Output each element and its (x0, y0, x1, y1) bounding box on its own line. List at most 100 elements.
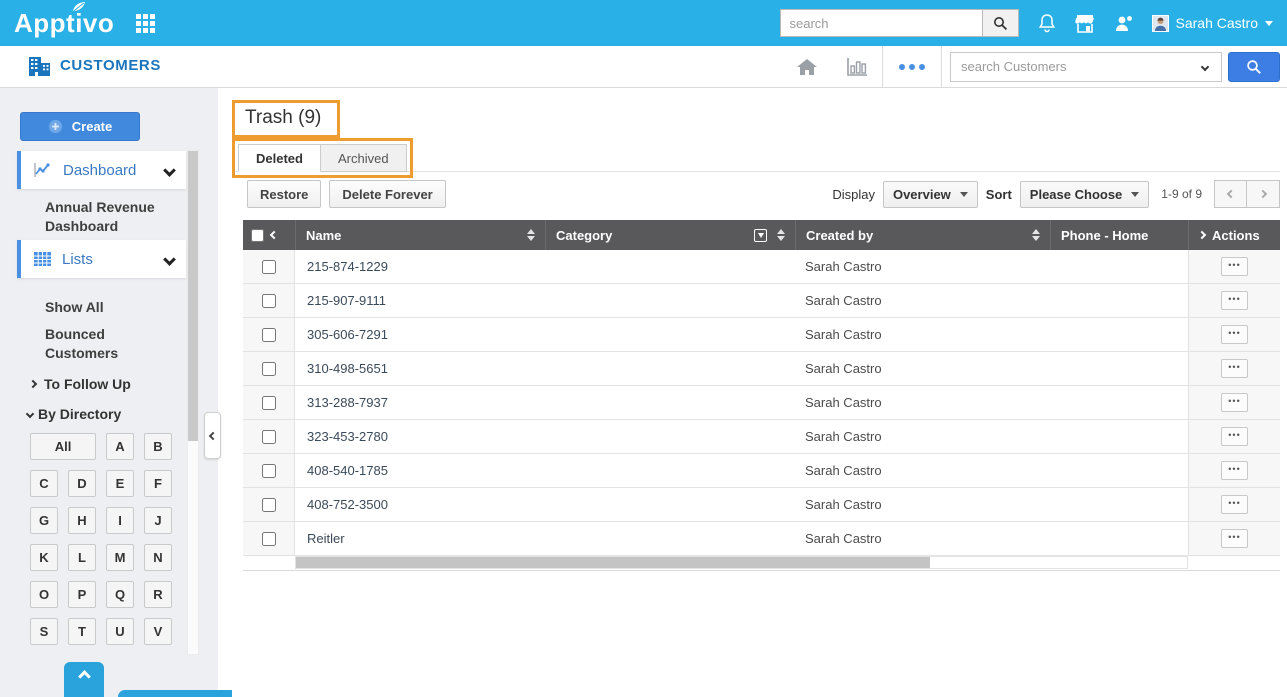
header-category[interactable]: Category (545, 220, 795, 250)
sidebar-item-show-all[interactable]: Show All (45, 298, 177, 317)
letter-filter[interactable]: P (68, 581, 96, 608)
chevron-right-icon (28, 379, 38, 389)
apps-grid-icon[interactable] (136, 13, 156, 33)
header-created-by[interactable]: Created by (795, 220, 1050, 250)
filter-icon[interactable] (754, 228, 767, 242)
letter-filter[interactable]: D (68, 470, 96, 497)
apptivo-logo[interactable]: Apptivo (14, 1, 114, 39)
sidebar-item-lists[interactable]: Lists (17, 240, 186, 278)
app-search-button[interactable] (1228, 51, 1280, 82)
row-actions-button[interactable]: ••• (1221, 495, 1248, 514)
create-button[interactable]: Create (20, 112, 140, 141)
display-dropdown[interactable]: Overview (882, 180, 978, 208)
row-actions-button[interactable]: ••• (1221, 461, 1248, 480)
scrollbar-thumb[interactable] (296, 557, 930, 568)
sidebar-collapse-handle[interactable] (204, 412, 221, 459)
row-checkbox[interactable] (261, 259, 276, 274)
sidebar: Create Dashboard Annual Revenue Dashboar… (0, 88, 331, 697)
letter-filter[interactable]: N (144, 544, 172, 571)
row-actions-button[interactable]: ••• (1221, 359, 1248, 378)
bottom-panel-expand-tab[interactable] (64, 662, 104, 697)
row-checkbox[interactable] (261, 531, 276, 546)
sidebar-item-annual-revenue-dashboard[interactable]: Annual Revenue Dashboard (45, 198, 177, 236)
letter-filter[interactable]: I (106, 507, 134, 534)
letter-filter[interactable]: S (30, 618, 58, 645)
sort-icon[interactable] (1032, 229, 1040, 241)
row-actions-button[interactable]: ••• (1221, 257, 1248, 276)
header-actions[interactable]: Actions (1188, 220, 1280, 250)
sort-icon[interactable] (527, 229, 535, 241)
global-search-input[interactable] (779, 9, 982, 37)
cell-name[interactable]: Reitler (295, 522, 545, 555)
sidebar-item-dashboard[interactable]: Dashboard (17, 151, 186, 189)
letter-filter[interactable]: T (68, 618, 96, 645)
cell-name[interactable]: 310-498-5651 (295, 352, 545, 385)
cell-name[interactable]: 408-540-1785 (295, 454, 545, 487)
sidebar-item-to-follow-up[interactable]: To Follow Up (28, 376, 131, 392)
letter-filter[interactable]: U (106, 618, 134, 645)
user-menu[interactable]: Sarah Castro (1151, 14, 1273, 32)
restore-button[interactable]: Restore (247, 180, 322, 208)
row-checkbox[interactable] (261, 463, 276, 478)
sort-icon[interactable] (777, 229, 785, 241)
row-actions-button[interactable]: ••• (1221, 427, 1248, 446)
select-all-checkbox[interactable] (251, 228, 264, 242)
app-search-select[interactable]: search Customers (950, 51, 1222, 82)
sidebar-scrollbar-thumb[interactable] (188, 151, 198, 441)
row-checkbox[interactable] (261, 361, 276, 376)
row-checkbox[interactable] (261, 327, 276, 342)
letter-filter[interactable]: H (68, 507, 96, 534)
cell-name[interactable]: 313-288-7937 (295, 386, 545, 419)
header-name[interactable]: Name (295, 220, 545, 250)
row-checkbox[interactable] (261, 395, 276, 410)
more-options-icon[interactable] (883, 63, 941, 70)
row-actions-button[interactable]: ••• (1221, 325, 1248, 344)
sidebar-scrollbar[interactable] (187, 150, 199, 655)
tab-archived[interactable]: Archived (320, 144, 407, 172)
tab-deleted[interactable]: Deleted (238, 144, 321, 172)
letter-filter[interactable]: O (30, 581, 58, 608)
row-checkbox[interactable] (261, 429, 276, 444)
header-phone-home[interactable]: Phone - Home (1050, 220, 1188, 250)
cell-name[interactable]: 215-874-1229 (295, 250, 545, 283)
referral-icon[interactable] (1114, 14, 1133, 33)
sidebar-item-bounced-customers[interactable]: Bounced Customers (45, 325, 177, 363)
row-actions-button[interactable]: ••• (1221, 529, 1248, 548)
letter-filter[interactable]: J (144, 507, 172, 534)
letter-filter[interactable]: E (106, 470, 134, 497)
row-actions-button[interactable]: ••• (1221, 291, 1248, 310)
chevron-left-icon[interactable] (269, 230, 279, 240)
letter-filter[interactable]: B (144, 433, 172, 460)
letter-filter[interactable]: V (144, 618, 172, 645)
delete-forever-button[interactable]: Delete Forever (329, 180, 446, 208)
letter-filter-all[interactable]: All (30, 433, 96, 460)
row-actions-button[interactable]: ••• (1221, 393, 1248, 412)
cell-name[interactable]: 408-752-3500 (295, 488, 545, 521)
row-checkbox[interactable] (261, 497, 276, 512)
cell-category (545, 352, 795, 385)
letter-filter[interactable]: Q (106, 581, 134, 608)
home-button[interactable] (782, 57, 832, 77)
letter-filter[interactable]: G (30, 507, 58, 534)
letter-filter[interactable]: M (106, 544, 134, 571)
notifications-bell-icon[interactable] (1038, 13, 1056, 33)
sidebar-item-label: Lists (62, 250, 93, 268)
next-page-button[interactable] (1247, 180, 1280, 208)
letter-filter[interactable]: A (106, 433, 134, 460)
store-icon[interactable] (1074, 14, 1095, 33)
global-search-button[interactable] (981, 9, 1019, 37)
cell-name[interactable]: 305-606-7291 (295, 318, 545, 351)
row-checkbox[interactable] (261, 293, 276, 308)
letter-filter[interactable]: F (144, 470, 172, 497)
letter-filter[interactable]: K (30, 544, 58, 571)
cell-name[interactable]: 215-907-9111 (295, 284, 545, 317)
appbar-right: search Customers (782, 46, 1280, 87)
letter-filter[interactable]: L (68, 544, 96, 571)
cell-name[interactable]: 323-453-2780 (295, 420, 545, 453)
letter-filter[interactable]: C (30, 470, 58, 497)
prev-page-button[interactable] (1214, 180, 1247, 208)
letter-filter[interactable]: R (144, 581, 172, 608)
sidebar-item-by-directory[interactable]: By Directory (25, 406, 121, 422)
sort-dropdown[interactable]: Please Choose (1019, 180, 1150, 208)
reports-button[interactable] (832, 57, 882, 77)
